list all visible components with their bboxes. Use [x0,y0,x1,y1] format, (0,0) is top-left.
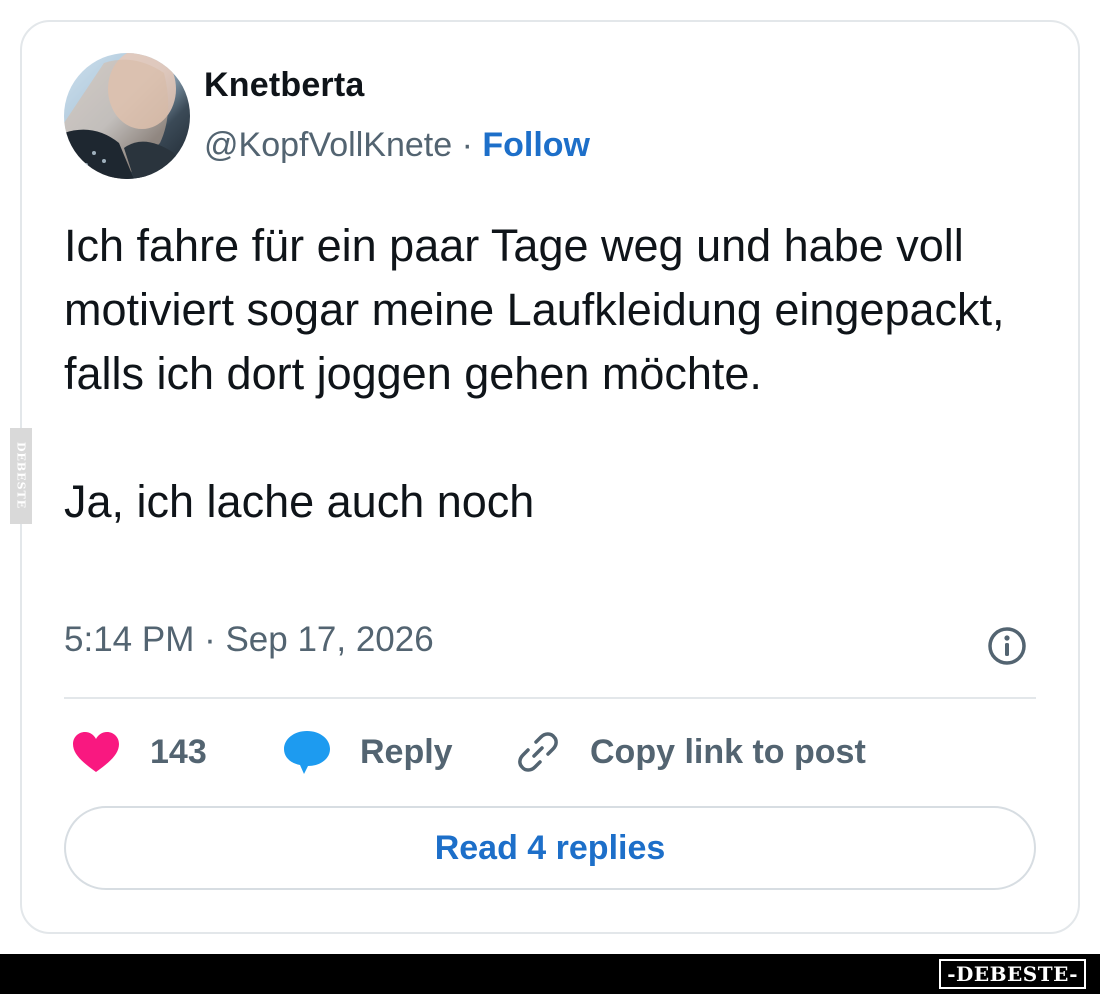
read-replies-label: Read 4 replies [434,828,666,867]
link-icon [518,732,558,772]
author-name[interactable]: Knetberta [204,66,365,105]
avatar-photo [64,53,190,179]
brand-logo: -DEBESTE- [939,959,1086,989]
info-icon[interactable] [986,625,1028,667]
divider [64,697,1036,699]
avatar[interactable] [64,53,190,179]
speech-bubble-icon [284,731,330,774]
handle-separator: · [452,126,483,164]
footer-bar: -DEBESTE- [0,954,1100,994]
reply-button[interactable]: Reply [282,722,453,782]
tweet-timestamp[interactable]: 5:14 PM · Sep 17, 2026 [64,620,434,660]
tweet-paragraph: Ich fahre für ein paar Tage weg und habe… [64,220,1005,399]
copy-link-label: Copy link to post [590,732,866,771]
tweet-paragraph: Ja, ich lache auch noch [64,476,535,527]
author-handle-row: @KopfVollKnete · Follow [204,126,590,165]
tweet-text: Ich fahre für ein paar Tage weg und habe… [64,214,1044,534]
action-bar: 143 Reply Copy link to post [64,722,1036,782]
follow-button[interactable]: Follow [482,126,590,164]
heart-icon [73,732,119,772]
author-handle[interactable]: @KopfVollKnete [204,126,452,164]
copy-link-button[interactable]: Copy link to post [514,722,866,782]
side-watermark-text: DEBESTE [14,442,28,510]
like-button[interactable]: 143 [72,722,207,782]
read-replies-button[interactable]: Read 4 replies [64,806,1036,890]
reply-label: Reply [360,732,453,771]
side-watermark: DEBESTE [10,428,32,524]
like-count: 143 [150,732,207,771]
